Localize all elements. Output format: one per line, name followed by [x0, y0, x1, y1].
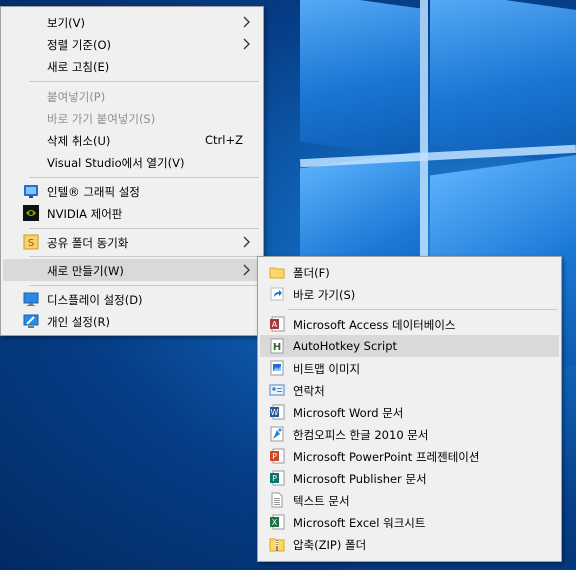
chevron-right-icon [243, 38, 250, 50]
menu-item-display-settings[interactable]: 디스플레이 설정(D) [3, 288, 261, 310]
new-item-label: Microsoft PowerPoint 프레젠테이션 [293, 450, 480, 464]
menu-item-view[interactable]: 보기(V) [3, 11, 261, 33]
new-item-contact[interactable]: 연락처 [260, 379, 559, 401]
svg-text:P: P [272, 452, 277, 461]
autohotkey-icon: H [270, 338, 284, 354]
menu-separator [288, 309, 557, 310]
hwp-icon [270, 426, 284, 442]
powerpoint-icon: P [270, 448, 285, 464]
new-item-label: 압축(ZIP) 폴더 [293, 538, 367, 552]
chevron-right-icon [243, 264, 250, 276]
menu-item-label: 공유 폴더 동기화 [47, 236, 129, 250]
desktop-context-menu: 보기(V) 정렬 기준(O) 새로 고침(E) 붙여넣기(P) 바로 가기 붙여… [0, 6, 264, 336]
menu-separator [29, 228, 259, 229]
shared-folder-sync-icon: S [23, 234, 39, 250]
menu-separator [29, 81, 259, 82]
new-submenu: 폴더(F) 바로 가기(S) A Microsoft Access 데이터베이스… [257, 256, 562, 562]
svg-text:W: W [271, 408, 279, 417]
wallpaper-pane [430, 0, 576, 166]
menu-separator [29, 256, 259, 257]
menu-separator [29, 177, 259, 178]
zip-folder-icon [269, 538, 285, 552]
new-item-publisher-document[interactable]: P Microsoft Publisher 문서 [260, 467, 559, 489]
menu-item-label: 삭제 취소(U) [47, 134, 111, 148]
svg-text:P: P [272, 474, 277, 483]
new-item-hwp-document[interactable]: 한컴오피스 한글 2010 문서 [260, 423, 559, 445]
menu-item-open-in-visual-studio[interactable]: Visual Studio에서 열기(V) [3, 151, 261, 173]
menu-item-shared-folder-sync[interactable]: S 공유 폴더 동기화 [3, 231, 261, 253]
new-item-access-database[interactable]: A Microsoft Access 데이터베이스 [260, 313, 559, 335]
new-item-bitmap-image[interactable]: 비트맵 이미지 [260, 357, 559, 379]
menu-item-label: NVIDIA 제어판 [47, 207, 123, 221]
new-item-label: Microsoft Word 문서 [293, 406, 404, 420]
svg-text:X: X [272, 518, 278, 527]
menu-item-label: 붙여넣기(P) [47, 90, 106, 104]
intel-graphics-icon [24, 185, 38, 198]
menu-item-paste-shortcut: 바로 가기 붙여넣기(S) [3, 107, 261, 129]
menu-separator [29, 285, 259, 286]
new-item-powerpoint-presentation[interactable]: P Microsoft PowerPoint 프레젠테이션 [260, 445, 559, 467]
excel-icon: X [270, 514, 285, 530]
contact-icon [269, 384, 285, 396]
chevron-right-icon [243, 16, 250, 28]
folder-icon [269, 267, 285, 279]
shortcut-icon [270, 287, 284, 301]
menu-item-label: 개인 설정(R) [47, 315, 110, 329]
svg-text:S: S [28, 238, 34, 249]
menu-item-label: Visual Studio에서 열기(V) [47, 156, 185, 170]
word-icon: W [270, 404, 285, 420]
menu-item-shortcut: Ctrl+Z [205, 133, 243, 147]
new-item-excel-worksheet[interactable]: X Microsoft Excel 워크시트 [260, 511, 559, 533]
menu-item-label: 인텔® 그래픽 설정 [47, 185, 140, 199]
menu-item-sort-by[interactable]: 정렬 기준(O) [3, 33, 261, 55]
bitmap-icon [270, 360, 284, 376]
new-item-label: 한컴오피스 한글 2010 문서 [293, 428, 429, 442]
new-item-folder[interactable]: 폴더(F) [260, 261, 559, 283]
new-item-word-document[interactable]: W Microsoft Word 문서 [260, 401, 559, 423]
new-item-label: AutoHotkey Script [293, 339, 398, 353]
new-item-shortcut[interactable]: 바로 가기(S) [260, 283, 559, 305]
chevron-right-icon [243, 236, 250, 248]
menu-item-label: 새로 만들기(W) [47, 264, 124, 278]
menu-item-label: 디스플레이 설정(D) [47, 293, 143, 307]
svg-text:A: A [272, 320, 278, 329]
new-item-label: 연락처 [293, 384, 325, 398]
menu-item-label: 바로 가기 붙여넣기(S) [47, 112, 156, 126]
access-icon: A [270, 316, 285, 332]
new-item-label: 텍스트 문서 [293, 494, 350, 508]
text-document-icon [271, 492, 283, 508]
menu-item-label: 새로 고침(E) [47, 60, 110, 74]
menu-item-intel-graphics[interactable]: 인텔® 그래픽 설정 [3, 180, 261, 202]
display-icon [23, 292, 39, 306]
menu-item-nvidia-control-panel[interactable]: NVIDIA 제어판 [3, 202, 261, 224]
menu-item-undo-delete[interactable]: 삭제 취소(U) Ctrl+Z [3, 129, 261, 151]
personalize-icon [23, 314, 39, 328]
new-item-text-document[interactable]: 텍스트 문서 [260, 489, 559, 511]
new-item-label: 폴더(F) [293, 266, 330, 280]
new-item-label: Microsoft Access 데이터베이스 [293, 318, 456, 332]
menu-item-personalize[interactable]: 개인 설정(R) [3, 310, 261, 332]
new-item-zip-folder[interactable]: 압축(ZIP) 폴더 [260, 533, 559, 555]
menu-item-new[interactable]: 새로 만들기(W) [3, 259, 261, 281]
new-item-label: Microsoft Excel 워크시트 [293, 516, 426, 530]
svg-text:H: H [273, 342, 281, 353]
menu-item-label: 보기(V) [47, 16, 85, 30]
new-item-label: Microsoft Publisher 문서 [293, 472, 427, 486]
wallpaper-pane [300, 0, 420, 159]
menu-item-label: 정렬 기준(O) [47, 38, 111, 52]
nvidia-icon [23, 205, 39, 221]
new-item-label: 바로 가기(S) [293, 288, 356, 302]
new-item-label: 비트맵 이미지 [293, 362, 361, 376]
menu-item-paste: 붙여넣기(P) [3, 85, 261, 107]
publisher-icon: P [270, 470, 285, 486]
new-item-autohotkey-script[interactable]: H AutoHotkey Script [260, 335, 559, 357]
menu-item-refresh[interactable]: 새로 고침(E) [3, 55, 261, 77]
